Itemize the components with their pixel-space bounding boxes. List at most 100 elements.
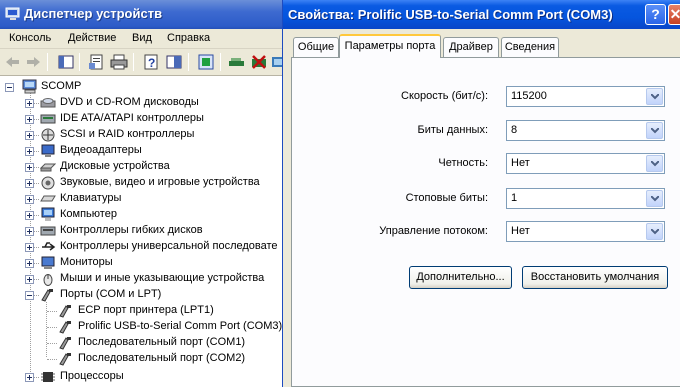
- tree-item-label: ECP порт принтера (LPT1): [78, 304, 214, 316]
- tree-item-ecp-lpt1[interactable]: ECP порт принтера (LPT1): [0, 303, 284, 319]
- back-arrow-icon[interactable]: [4, 53, 22, 71]
- tree-item-video-adapters[interactable]: Видеоадаптеры: [0, 143, 284, 159]
- flow-control-label: Управление потоком:: [379, 225, 488, 237]
- tree-item-floppy-controllers[interactable]: Контроллеры гибких дисков: [0, 223, 284, 239]
- flow-control-select[interactable]: Нет: [506, 221, 665, 242]
- tree-item-label: IDE ATA/ATAPI контроллеры: [60, 112, 204, 124]
- collapse-toggle[interactable]: [5, 83, 14, 92]
- toolbar: ?: [0, 49, 286, 76]
- stop-bits-value: 1: [511, 192, 518, 204]
- restore-defaults-button[interactable]: Восстановить умолчания: [522, 266, 668, 289]
- parity-select[interactable]: Нет: [506, 153, 665, 174]
- port-icon: [59, 321, 71, 334]
- expand-toggle[interactable]: [25, 179, 34, 188]
- tree-item-prolific-com3[interactable]: Prolific USB-to-Serial Comm Port (COM3): [0, 319, 284, 335]
- expand-toggle[interactable]: [25, 259, 34, 268]
- tab-driver[interactable]: Драйвер: [443, 37, 499, 57]
- stop-bits-select[interactable]: 1: [506, 188, 665, 209]
- usb-controller-icon: [42, 242, 56, 251]
- expand-toggle[interactable]: [25, 163, 34, 172]
- expand-toggle[interactable]: [25, 243, 34, 252]
- collapse-toggle[interactable]: [25, 291, 34, 300]
- tab-details[interactable]: Сведения: [501, 37, 559, 57]
- display-adapter-icon: [41, 144, 55, 157]
- tree-item-usb-controllers[interactable]: Контроллеры универсальной последовате: [0, 239, 284, 255]
- computer-icon: [22, 79, 37, 94]
- baud-rate-value: 115200: [511, 90, 547, 102]
- expand-toggle[interactable]: [25, 115, 34, 124]
- chevron-down-icon: [651, 229, 659, 235]
- menu-view[interactable]: Вид: [132, 32, 152, 44]
- tree-item-mice[interactable]: Мыши и иные указывающие устройства: [0, 271, 284, 287]
- advanced-button[interactable]: Дополнительно...: [409, 266, 512, 289]
- baud-rate-label: Скорость (бит/с):: [401, 90, 488, 102]
- dialog-title: Свойства: Prolific USB-to-Serial Comm Po…: [288, 7, 613, 22]
- baud-rate-select[interactable]: 115200: [506, 86, 665, 107]
- port-icon: [59, 337, 71, 350]
- expand-toggle[interactable]: [25, 195, 34, 204]
- tab-port-settings[interactable]: Параметры порта: [339, 34, 441, 58]
- parity-label: Четность:: [438, 157, 488, 169]
- console-tree-icon[interactable]: [165, 53, 183, 71]
- properties-icon[interactable]: [88, 53, 106, 71]
- svg-text:?: ?: [148, 56, 155, 70]
- tree-item-sound[interactable]: Звуковые, видео и игровые устройства: [0, 175, 284, 191]
- floppy-controller-icon: [40, 226, 56, 236]
- tree-item-keyboards[interactable]: Клавиатуры: [0, 191, 284, 207]
- help-icon[interactable]: ?: [142, 53, 160, 71]
- data-bits-select[interactable]: 8: [506, 120, 665, 141]
- dropdown-arrow[interactable]: [646, 190, 663, 207]
- tree-item-monitors[interactable]: Мониторы: [0, 255, 284, 271]
- properties-dialog: Свойства: Prolific USB-to-Serial Comm Po…: [282, 0, 680, 387]
- parity-value: Нет: [511, 157, 530, 169]
- menu-console[interactable]: Консоль: [9, 32, 51, 44]
- expand-toggle[interactable]: [25, 373, 34, 382]
- port-icon: [41, 289, 53, 302]
- tree-root-scomp[interactable]: SCOMP: [0, 79, 284, 95]
- tree-item-label: Последовательный порт (COM1): [78, 336, 246, 348]
- tree-item-label: DVD и CD-ROM дисководы: [60, 96, 199, 108]
- tree-item-processors[interactable]: Процессоры: [0, 369, 284, 385]
- expand-toggle[interactable]: [25, 275, 34, 284]
- expand-toggle[interactable]: [25, 227, 34, 236]
- tree-item-dvd-cdrom[interactable]: DVD и CD-ROM дисководы: [0, 95, 284, 111]
- tree-item-computer[interactable]: Компьютер: [0, 207, 284, 223]
- tree-item-ide[interactable]: IDE ATA/ATAPI контроллеры: [0, 111, 284, 127]
- tree-item-label: Мыши и иные указывающие устройства: [60, 272, 265, 284]
- print-icon[interactable]: [110, 53, 128, 71]
- expand-toggle[interactable]: [25, 211, 34, 220]
- dialog-titlebar[interactable]: Свойства: Prolific USB-to-Serial Comm Po…: [283, 0, 680, 29]
- tab-general[interactable]: Общие: [293, 37, 339, 57]
- dropdown-arrow[interactable]: [646, 88, 663, 105]
- chevron-down-icon: [651, 128, 659, 134]
- update-driver-icon[interactable]: [197, 53, 215, 71]
- tree-item-scsi[interactable]: SCSI и RAID контроллеры: [0, 127, 284, 143]
- forward-arrow-icon[interactable]: [24, 53, 42, 71]
- tree-item-com2[interactable]: Последовательный порт (COM2): [0, 351, 284, 367]
- sound-icon: [41, 176, 55, 190]
- close-button[interactable]: ✕: [668, 4, 680, 25]
- mouse-icon: [43, 274, 53, 286]
- menu-action[interactable]: Действие: [68, 32, 116, 44]
- tree-root-label: SCOMP: [41, 80, 82, 92]
- disk-drive-icon: [40, 163, 56, 172]
- tree-view-icon[interactable]: [57, 53, 75, 71]
- dropdown-arrow[interactable]: [646, 223, 663, 240]
- tree-connector: [47, 327, 57, 328]
- dropdown-arrow[interactable]: [646, 122, 663, 139]
- expand-toggle[interactable]: [25, 131, 34, 140]
- help-button[interactable]: ?: [645, 4, 666, 25]
- tree-item-com1[interactable]: Последовательный порт (COM1): [0, 335, 284, 351]
- scan-hardware-icon[interactable]: [228, 53, 246, 71]
- tree-item-disk-drives[interactable]: Дисковые устройства: [0, 159, 284, 175]
- expand-toggle[interactable]: [25, 147, 34, 156]
- chevron-down-icon: [651, 94, 659, 100]
- cdrom-icon: [40, 98, 56, 108]
- menu-help[interactable]: Справка: [167, 32, 210, 44]
- disable-device-icon[interactable]: [250, 53, 268, 71]
- tree-item-ports[interactable]: Порты (COM и LPT): [0, 287, 284, 303]
- dropdown-arrow[interactable]: [646, 155, 663, 172]
- tree-item-label: Мониторы: [60, 256, 113, 268]
- expand-toggle[interactable]: [25, 99, 34, 108]
- device-manager-titlebar[interactable]: Диспетчер устройств: [0, 0, 284, 29]
